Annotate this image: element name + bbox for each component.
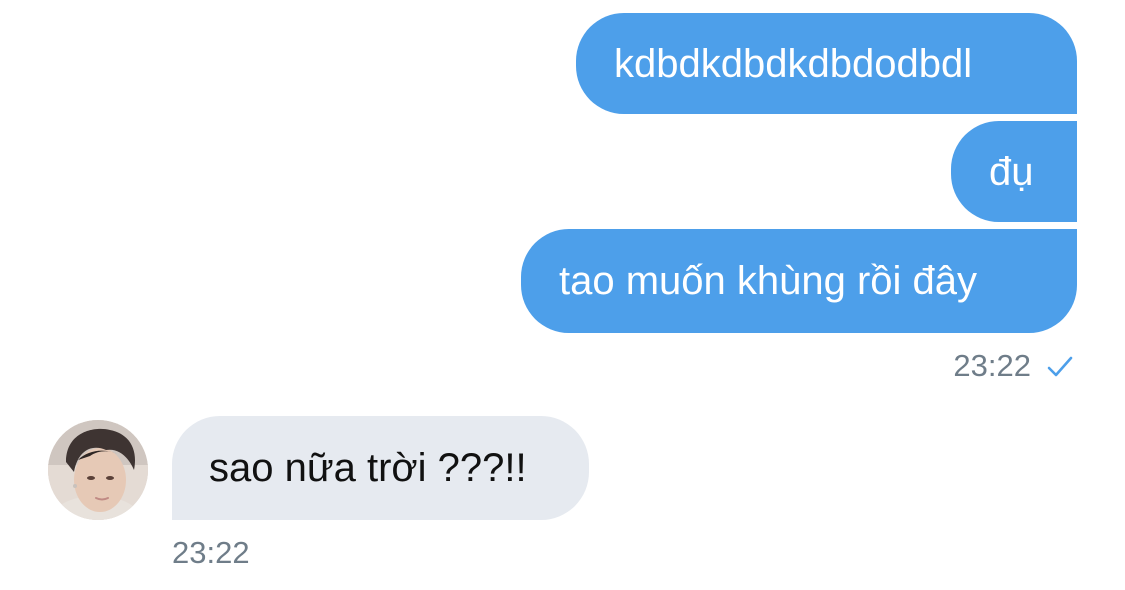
message-text: đụ xyxy=(989,149,1034,194)
outgoing-message-bubble[interactable]: kdbdkdbdkdbdodbdl xyxy=(576,13,1077,114)
message-text: kdbdkdbdkdbdodbdl xyxy=(614,41,973,86)
outgoing-message-bubble[interactable]: đụ xyxy=(951,121,1077,222)
outgoing-timestamp: 23:22 xyxy=(953,348,1031,383)
single-check-icon xyxy=(1047,356,1073,377)
incoming-timestamp: 23:22 xyxy=(172,535,250,570)
avatar[interactable] xyxy=(48,420,148,520)
outgoing-message-bubble[interactable]: tao muốn khùng rồi đây xyxy=(521,229,1077,333)
incoming-message-bubble[interactable]: sao nữa trời ???!! xyxy=(172,416,589,520)
avatar-photo xyxy=(48,420,148,520)
message-text: sao nữa trời ???!! xyxy=(209,446,527,490)
message-text: tao muốn khùng rồi đây xyxy=(559,259,978,303)
